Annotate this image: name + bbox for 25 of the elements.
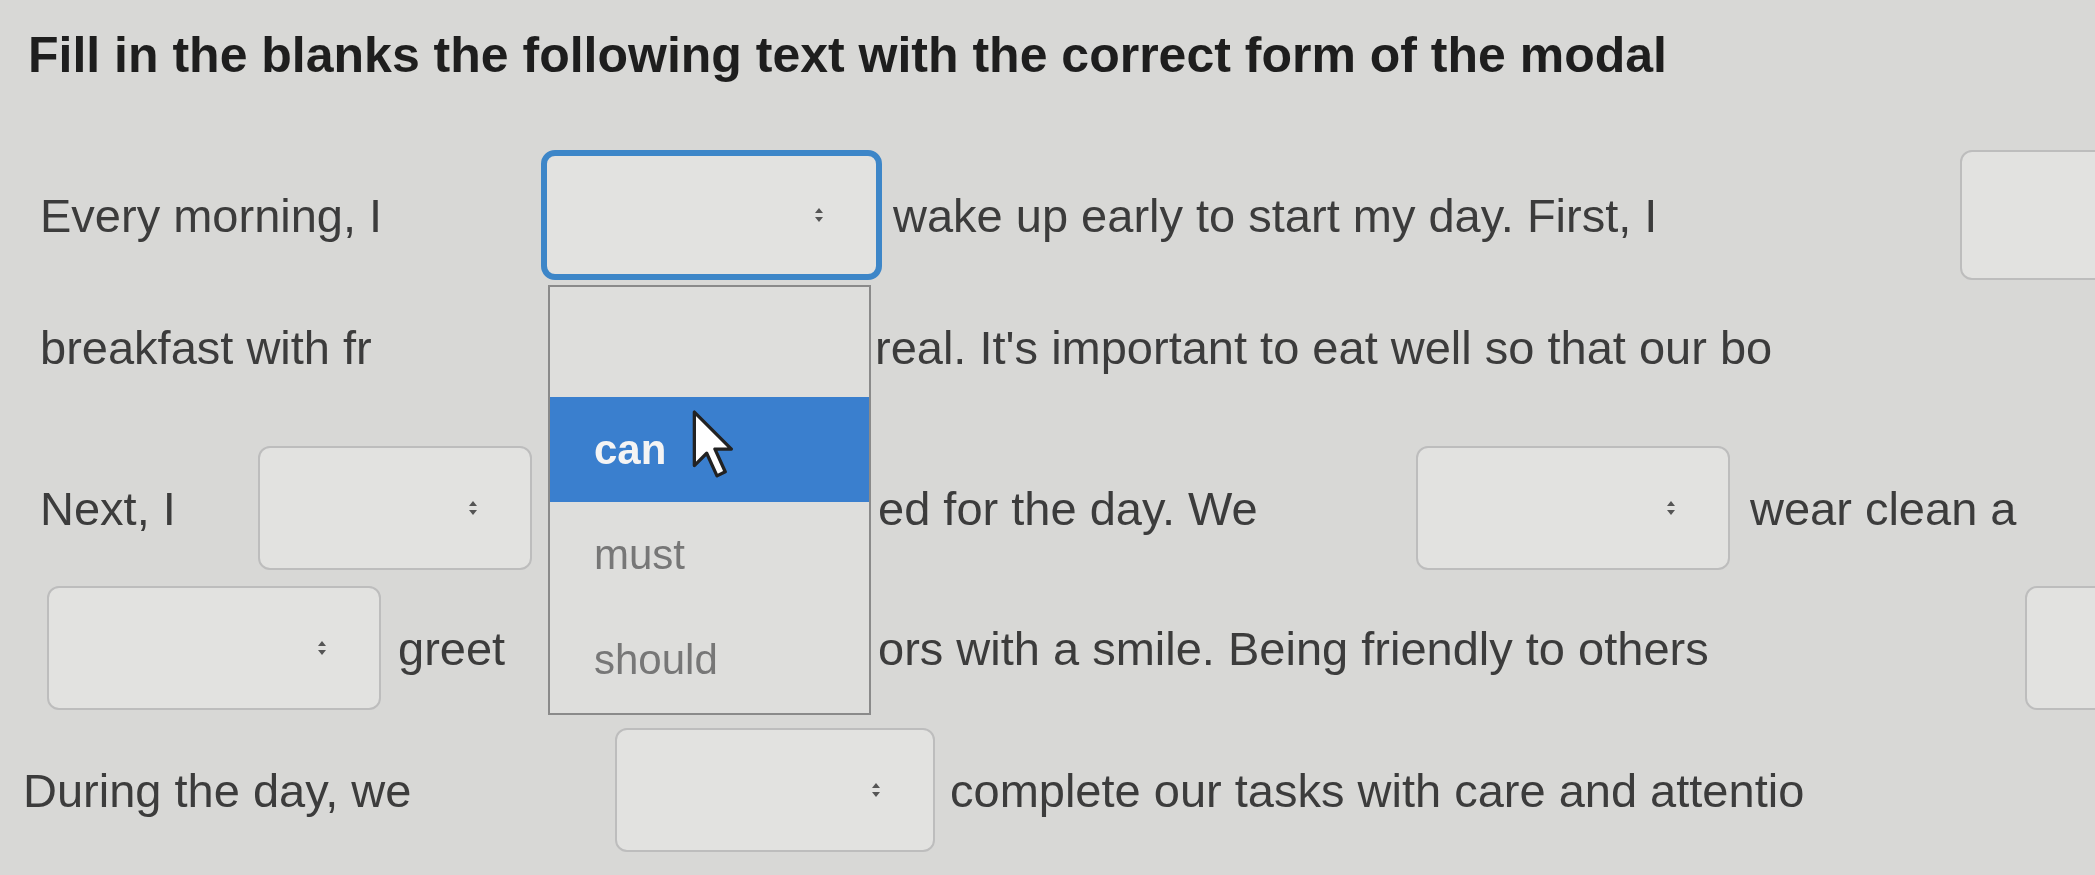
answer-select[interactable] [258, 446, 532, 570]
sentence-text: During the day, we [23, 762, 413, 818]
sentence-text: Every morning, I [40, 187, 384, 243]
sentence-text: wear clean a [1750, 480, 2018, 536]
sentence-text: ors with a smile. Being friendly to others [878, 620, 1710, 676]
sentence-text: Next, I [40, 480, 177, 536]
dropdown-option[interactable]: should [550, 607, 869, 713]
sentence-text: wake up early to start my day. First, I [893, 187, 1659, 243]
instruction-heading: Fill in the blanks the following text with the correct form of the modal [27, 26, 1668, 85]
sort-arrows-icon [814, 207, 824, 223]
sentence-text: real. It's important to eat well so that our bo [875, 319, 1774, 375]
answer-select[interactable] [47, 586, 381, 710]
sort-arrows-icon [468, 500, 478, 516]
sort-arrows-icon [871, 782, 881, 798]
sentence-text: breakfast with fr [40, 319, 373, 375]
answer-select[interactable] [541, 150, 882, 280]
dropdown-option[interactable]: can [550, 397, 869, 503]
sentence-text: complete our tasks with care and attentio [950, 762, 1806, 818]
sentence-text: greet [398, 620, 507, 676]
answer-select[interactable] [1416, 446, 1730, 570]
sentence-text: ed for the day. We [878, 480, 1259, 536]
sort-arrows-icon [1666, 500, 1676, 516]
dropdown-option[interactable]: must [550, 502, 869, 608]
answer-select[interactable] [615, 728, 935, 852]
sort-arrows-icon [317, 640, 327, 656]
